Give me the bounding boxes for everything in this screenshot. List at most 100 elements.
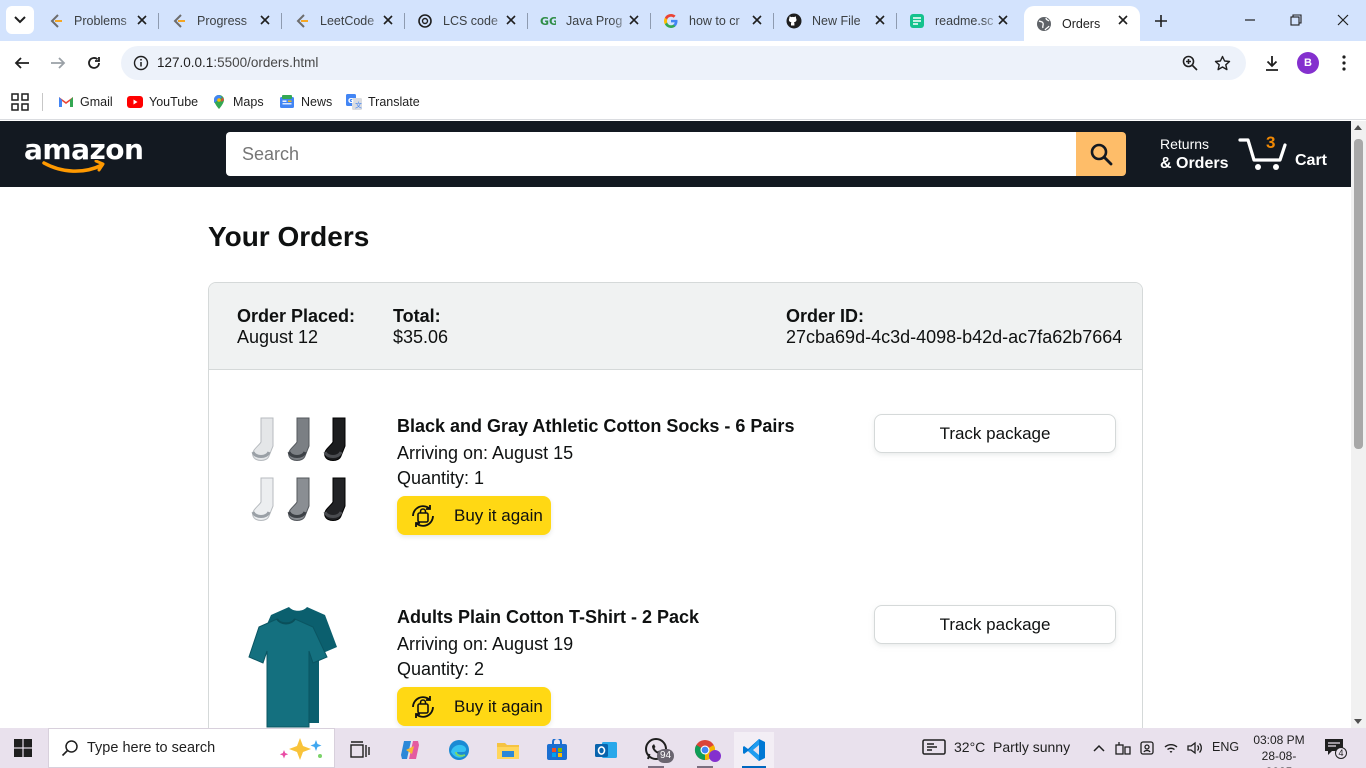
scrollbar-thumb[interactable] xyxy=(1354,139,1363,449)
vscode-icon xyxy=(743,739,765,761)
arrow-left-icon xyxy=(14,57,29,69)
order-placed-value: August 12 xyxy=(237,327,319,347)
returns-orders-link[interactable]: Returns & Orders xyxy=(1160,135,1228,173)
close-icon[interactable] xyxy=(504,13,518,27)
maps-icon xyxy=(211,94,227,110)
tab-search-button[interactable] xyxy=(6,6,34,34)
wifi-icon[interactable] xyxy=(1162,739,1180,757)
bookmark-maps[interactable]: Maps xyxy=(211,92,264,112)
scroll-down-arrow-icon[interactable] xyxy=(1354,719,1362,724)
clock[interactable]: 03:08 PM 28-08-2025 xyxy=(1250,732,1308,768)
browser-tab[interactable]: GG Java Prog xyxy=(528,0,651,41)
copilot-button[interactable] xyxy=(390,732,430,768)
scroll-up-arrow-icon[interactable] xyxy=(1354,125,1362,130)
buy-again-button[interactable]: Buy it again xyxy=(397,496,551,535)
youtube-icon xyxy=(127,94,143,110)
vscode-button[interactable] xyxy=(734,732,774,768)
close-icon[interactable] xyxy=(1116,13,1130,27)
meet-now-icon[interactable] xyxy=(1138,739,1156,757)
profile-avatar[interactable]: B xyxy=(1297,52,1319,74)
orders-label: & Orders xyxy=(1160,155,1229,172)
close-icon[interactable] xyxy=(996,13,1010,27)
minimize-button[interactable] xyxy=(1238,8,1262,32)
url-text[interactable]: 127.0.0.1:5500/orders.html xyxy=(157,55,318,70)
product-quantity: Quantity: 2 xyxy=(397,659,485,679)
bookmark-gmail[interactable]: Gmail xyxy=(58,92,113,112)
show-hidden-icons[interactable] xyxy=(1090,739,1108,757)
back-button[interactable] xyxy=(10,51,34,75)
browser-tab[interactable]: New File xyxy=(774,0,897,41)
microsoft-store-button[interactable] xyxy=(537,732,577,768)
task-view-button[interactable] xyxy=(340,732,380,768)
bookmark-label: Translate xyxy=(368,95,420,109)
edge-button[interactable] xyxy=(439,732,479,768)
order-item: Black and Gray Athletic Cotton Socks - 6… xyxy=(209,414,1142,564)
track-package-button[interactable]: Track package xyxy=(874,605,1116,644)
track-package-button[interactable]: Track package xyxy=(874,414,1116,453)
close-icon[interactable] xyxy=(135,13,149,27)
close-icon[interactable] xyxy=(627,13,641,27)
browser-tab[interactable]: LCS code xyxy=(405,0,528,41)
notification-count: 4 xyxy=(1335,747,1347,759)
address-bar[interactable]: 127.0.0.1:5500/orders.html xyxy=(121,46,1246,80)
browser-menu-button[interactable] xyxy=(1332,51,1356,75)
browser-tab-active[interactable]: Orders xyxy=(1024,6,1140,41)
close-icon[interactable] xyxy=(750,13,764,27)
buy-again-button[interactable]: Buy it again xyxy=(397,687,551,726)
chrome-profile-badge xyxy=(709,750,721,762)
amazon-logo[interactable]: amazon xyxy=(24,133,144,175)
bookmark-star-icon[interactable] xyxy=(1213,54,1231,72)
close-icon[interactable] xyxy=(381,13,395,27)
bookmark-label: YouTube xyxy=(149,95,199,109)
page-scrollbar[interactable] xyxy=(1351,121,1366,728)
windows-start-icon[interactable] xyxy=(14,739,32,757)
leetcode-icon xyxy=(171,13,187,29)
file-explorer-button[interactable] xyxy=(488,732,528,768)
close-icon[interactable] xyxy=(873,13,887,27)
socks-product-image xyxy=(251,417,346,521)
zoom-icon[interactable] xyxy=(1181,54,1199,72)
order-item: Adults Plain Cotton T-Shirt - 2 Pack Arr… xyxy=(209,605,1142,728)
close-window-button[interactable] xyxy=(1331,8,1355,32)
outlook-button[interactable] xyxy=(586,732,626,768)
device-icon[interactable] xyxy=(1114,739,1132,757)
download-icon xyxy=(1266,56,1278,71)
site-info-icon[interactable] xyxy=(133,55,149,71)
taskbar-search-box[interactable]: Type here to search xyxy=(48,728,335,768)
gfg-icon: GG xyxy=(540,13,556,29)
buy-again-icon xyxy=(412,504,434,527)
browser-tab[interactable]: LeetCode xyxy=(282,0,405,41)
chrome-button[interactable] xyxy=(685,732,725,768)
downloads-button[interactable] xyxy=(1260,51,1284,75)
restore-button[interactable] xyxy=(1284,8,1308,32)
whatsapp-button[interactable]: 94 xyxy=(636,732,676,768)
apps-grid-icon[interactable] xyxy=(11,93,29,111)
forward-button[interactable] xyxy=(46,51,70,75)
browser-tab[interactable]: Progress xyxy=(159,0,282,41)
language-indicator[interactable]: ENG xyxy=(1212,740,1239,754)
order-container: Order Placed: August 12 Total: $35.06 Or… xyxy=(208,282,1143,728)
browser-tab[interactable]: readme.sc xyxy=(897,0,1020,41)
weather-widget[interactable]: 32°C Partly sunny xyxy=(922,738,1070,756)
bookmark-translate[interactable]: G文 Translate xyxy=(346,92,420,112)
arrival-date: Arriving on: August 19 xyxy=(397,634,574,654)
browser-tab[interactable]: Problems xyxy=(36,0,159,41)
search-highlight-icon[interactable] xyxy=(276,736,326,762)
close-icon[interactable] xyxy=(258,13,272,27)
globe-icon xyxy=(1036,16,1052,32)
cart-link[interactable]: 3 Cart xyxy=(1238,131,1338,177)
reload-button[interactable] xyxy=(82,51,106,75)
page-title: Your Orders xyxy=(208,221,370,252)
tab-title: Progress xyxy=(197,13,248,28)
browser-tab[interactable]: how to cr xyxy=(651,0,774,41)
cart-count: 3 xyxy=(1266,133,1276,152)
new-tab-button[interactable] xyxy=(1151,11,1171,31)
bookmark-youtube[interactable]: YouTube xyxy=(127,92,198,112)
product-quantity: Quantity: 1 xyxy=(397,468,485,488)
volume-icon[interactable] xyxy=(1186,739,1204,757)
bookmark-news[interactable]: News xyxy=(279,92,332,112)
amazon-search-button[interactable] xyxy=(1076,132,1126,176)
notification-center[interactable]: 4 xyxy=(1324,738,1347,759)
order-id-label: Order ID: xyxy=(786,306,865,326)
amazon-search-input[interactable] xyxy=(226,132,1076,176)
